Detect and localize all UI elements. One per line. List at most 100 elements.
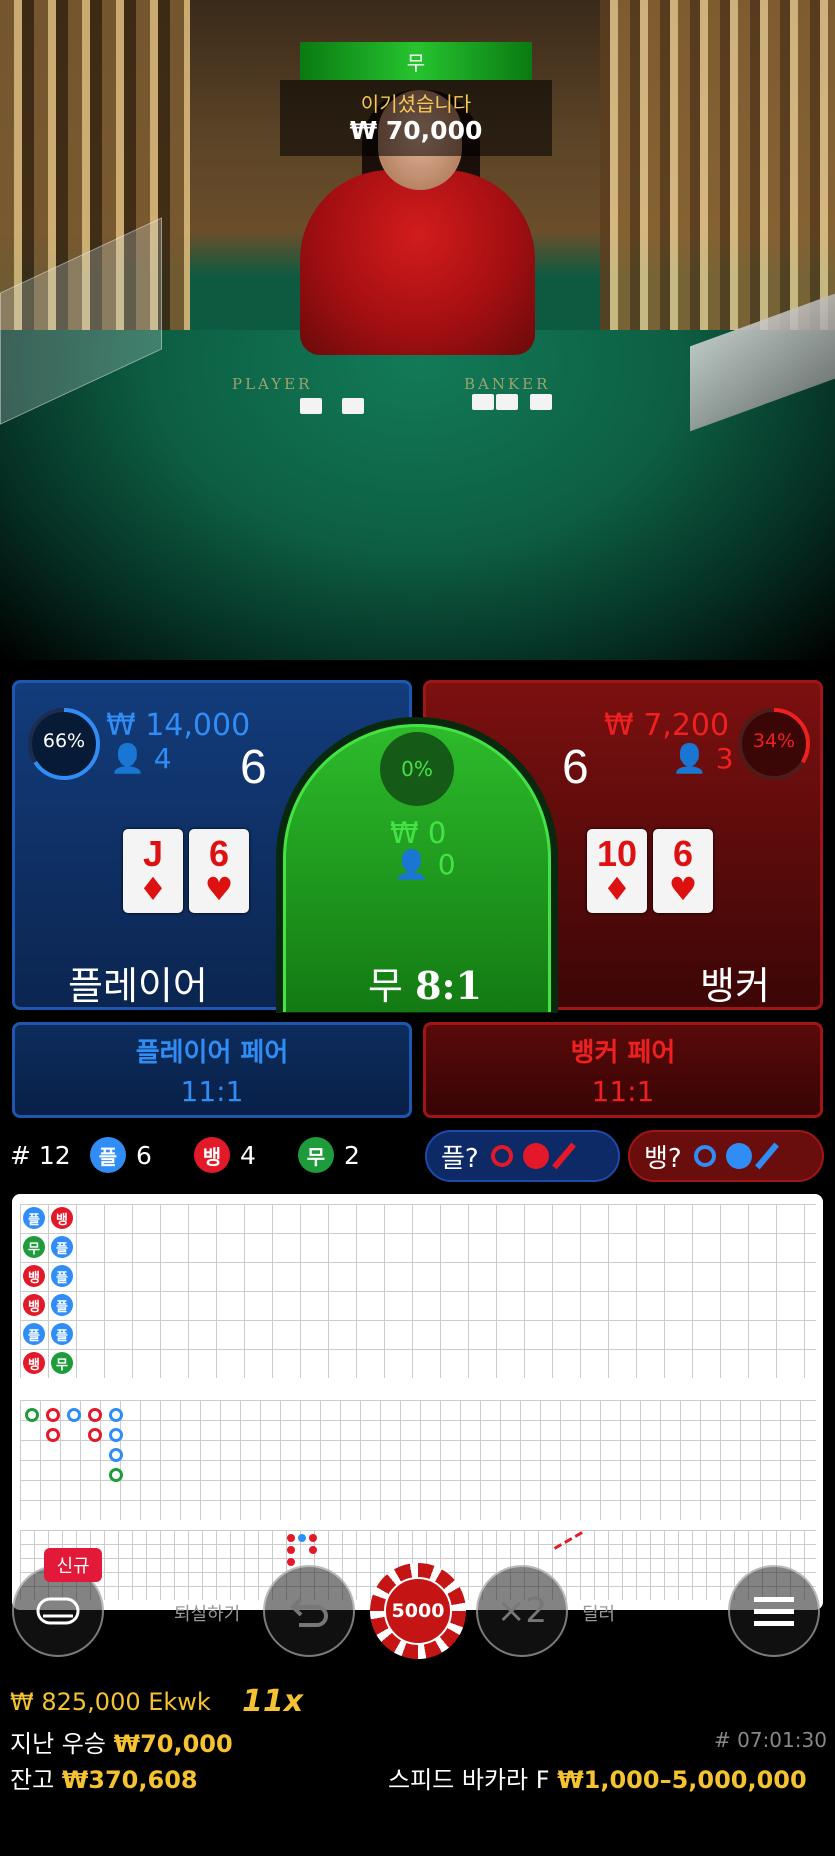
felt-banker-text: BANKER — [464, 375, 551, 393]
tie-percent: 0% — [380, 732, 454, 806]
player-predict-button[interactable]: 플? — [425, 1130, 620, 1182]
road-mark — [309, 1534, 317, 1542]
bead-tie: 무 — [51, 1352, 73, 1374]
tie-win-count: 무 2 — [298, 1137, 360, 1173]
jackpot-amount: ₩ 825,000 Ekwk — [10, 1688, 211, 1716]
balance: 잔고 ₩370,608 — [10, 1760, 198, 1795]
road-mark — [109, 1408, 123, 1422]
bead-player: 플 — [23, 1207, 45, 1229]
player-win-count: 플 6 — [90, 1137, 152, 1173]
banker-card-1: 10 ♦ — [587, 829, 647, 913]
red-dot-icon — [522, 1143, 549, 1169]
win-message: 이기셨습니다 — [360, 92, 472, 116]
undo-icon — [290, 1597, 328, 1627]
road-mark — [46, 1408, 60, 1422]
chip-5000[interactable]: 5000 — [370, 1563, 466, 1659]
banker-percent-ring: 34% — [736, 706, 812, 786]
table-card — [530, 394, 552, 410]
last-win-label: 지난 우승 — [10, 1730, 106, 1758]
tie-count: 2 — [344, 1140, 360, 1170]
banker-bettors: 👤 3 — [672, 742, 734, 775]
player-bet-total: ₩ 14,000 — [106, 708, 251, 743]
player-dot-icon: 플 — [90, 1137, 126, 1173]
road-mark — [109, 1468, 123, 1482]
new-badge: 신규 — [44, 1548, 102, 1582]
balance-amount: ₩370,608 — [61, 1766, 198, 1794]
banker-label: 뱅커 — [700, 964, 770, 1008]
card-rank: 10 — [596, 833, 638, 874]
banker-pair-payout: 11:1 — [591, 1075, 655, 1108]
multiplier: 11x — [242, 1684, 304, 1719]
blue-dot-icon — [725, 1143, 752, 1169]
tie-bettors: 👤 0 — [394, 848, 456, 881]
road-mark — [287, 1558, 295, 1566]
tie-payout: 8:1 — [415, 963, 482, 1008]
person-icon: 👤 — [110, 742, 145, 775]
road-mark — [287, 1546, 295, 1554]
bead-road-grid — [20, 1204, 816, 1378]
result-banner: 무 — [300, 42, 532, 80]
road-mark — [109, 1428, 123, 1442]
player-card-2: 6 ♥ — [189, 829, 249, 913]
big-road-grid — [20, 1400, 816, 1520]
player-pair-bet[interactable]: 플레이어 페어 11:1 — [12, 1022, 412, 1118]
bead-player: 플 — [51, 1265, 73, 1287]
blue-slash-icon — [754, 1142, 779, 1170]
bet-limits: ₩1,000–5,000,000 — [557, 1766, 807, 1794]
table-card — [342, 398, 364, 414]
bead-banker: 뱅 — [23, 1294, 45, 1316]
bead-player: 플 — [51, 1236, 73, 1258]
road-mark — [25, 1408, 39, 1422]
round-number: # 12 — [10, 1141, 71, 1170]
banker-card-2: 6 ♥ — [653, 829, 713, 913]
player-percent: 66% — [42, 730, 86, 752]
player-pair-label: 플레이어 페어 — [135, 1038, 289, 1068]
player-label: 플레이어 — [68, 964, 208, 1008]
menu-button[interactable] — [728, 1565, 820, 1657]
lobby-label: 퇴실하기 — [174, 1604, 241, 1625]
banker-percent: 34% — [752, 730, 796, 752]
heart-icon: ♥ — [204, 870, 234, 908]
table-card — [496, 394, 518, 410]
dealer — [300, 170, 535, 355]
round-id: # 07:01:30 — [714, 1728, 827, 1752]
player-card-1: J ♦ — [123, 829, 183, 913]
banker-win-count: 뱅 4 — [194, 1137, 256, 1173]
banker-bettors-count: 3 — [715, 742, 734, 775]
banker-pair-bet[interactable]: 뱅커 페어 11:1 — [423, 1022, 823, 1118]
road-mark — [88, 1408, 102, 1422]
road-mark — [88, 1428, 102, 1442]
player-bettors: 👤 4 — [110, 742, 172, 775]
player-pair-payout: 11:1 — [180, 1075, 244, 1108]
table-info: 스피드 바카라 F ₩1,000–5,000,000 — [388, 1760, 807, 1795]
red-ring-icon — [490, 1145, 513, 1167]
table-icon — [36, 1597, 80, 1625]
table-card — [300, 398, 322, 414]
backdrop-right — [600, 0, 835, 340]
diamond-icon: ♦ — [602, 870, 632, 908]
last-win: 지난 우승 ₩70,000 — [10, 1724, 233, 1759]
road-mark — [309, 1546, 317, 1554]
tie-bet-total: ₩ 0 — [390, 816, 447, 850]
double-button[interactable]: ×2 — [476, 1565, 568, 1657]
road-mark — [287, 1534, 295, 1542]
bead-banker: 뱅 — [23, 1265, 45, 1287]
chip-value: 5000 — [384, 1577, 452, 1645]
banker-bet-total: ₩ 7,200 — [604, 708, 730, 743]
bead-player: 플 — [51, 1323, 73, 1345]
undo-button[interactable] — [263, 1565, 355, 1657]
bead-player: 플 — [51, 1294, 73, 1316]
road-mark — [109, 1448, 123, 1462]
result-label: 무 — [406, 50, 426, 75]
bead-banker: 뱅 — [51, 1207, 73, 1229]
blue-ring-icon — [693, 1145, 716, 1167]
banker-pair-label: 뱅커 페어 — [570, 1038, 676, 1068]
scoreboard-roadmap[interactable]: 플무뱅뱅플뱅뱅플플플플무 — [12, 1194, 823, 1610]
felt-player-text: PLAYER — [232, 375, 313, 393]
banker-predict-button[interactable]: 뱅? — [628, 1130, 824, 1182]
card-rank: 6 — [208, 833, 230, 874]
player-percent-ring: 66% — [26, 706, 102, 786]
table-name: 스피드 바카라 F — [388, 1766, 550, 1794]
person-icon: 👤 — [394, 848, 429, 881]
bead-player: 플 — [23, 1323, 45, 1345]
